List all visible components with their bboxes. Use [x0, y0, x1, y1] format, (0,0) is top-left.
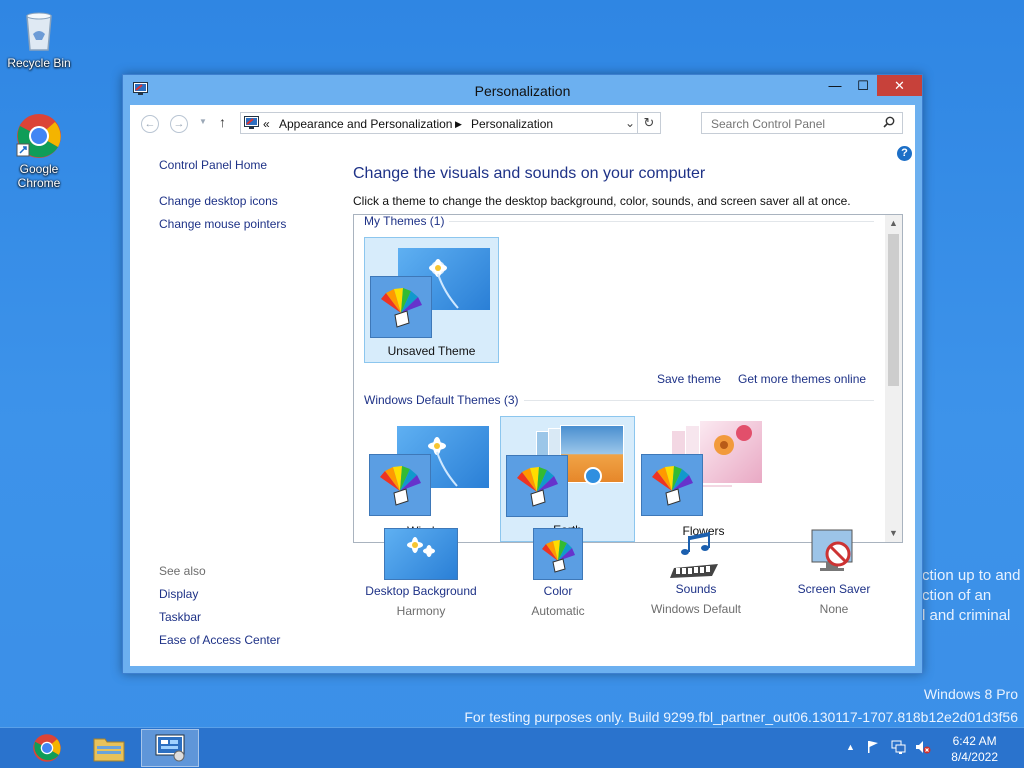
- background-text: ction up to and ction of an l and crimin…: [922, 566, 1020, 626]
- color-setting[interactable]: Color Automatic: [498, 528, 618, 618]
- search-icon[interactable]: [883, 116, 895, 131]
- sounds-icon: [660, 528, 732, 578]
- color-palette-icon: [370, 276, 432, 338]
- theme-tile-unsaved[interactable]: Unsaved Theme: [364, 237, 499, 363]
- color-palette-icon: [506, 455, 568, 517]
- search-input[interactable]: [709, 116, 883, 132]
- display-link[interactable]: Display: [159, 587, 198, 601]
- page-heading: Change the visuals and sounds on your co…: [353, 165, 706, 182]
- setting-value: None: [819, 602, 849, 616]
- address-dropdown-icon[interactable]: ⌄: [625, 116, 635, 130]
- title-bar[interactable]: Personalization — ☐ ✕: [123, 75, 922, 105]
- taskbar-clock[interactable]: 6:42 AM 8/4/2022: [951, 733, 998, 765]
- desktop-icon-label: Google Chrome: [17, 162, 61, 190]
- screen-saver-icon: [798, 528, 870, 578]
- breadcrumb-personalization[interactable]: Personalization: [471, 117, 553, 131]
- theme-tile-earth[interactable]: Earth: [500, 416, 635, 542]
- control-panel-icon: [244, 116, 259, 133]
- taskbar-control-panel-button[interactable]: [141, 729, 199, 767]
- forward-button[interactable]: →: [170, 115, 188, 133]
- see-also-label: See also: [159, 564, 206, 578]
- desktop-background-icon: [384, 528, 458, 580]
- setting-name[interactable]: Color: [498, 584, 618, 598]
- scrollbar-thumb[interactable]: [888, 234, 899, 386]
- color-palette-icon: [533, 528, 583, 580]
- group-divider: [524, 400, 874, 401]
- chrome-icon: [33, 734, 61, 762]
- background-text-line: ction up to and: [922, 567, 1021, 584]
- group-divider: [449, 221, 874, 222]
- sound-icon: [584, 467, 602, 485]
- breadcrumb-appearance[interactable]: Appearance and Personalization: [279, 117, 452, 131]
- setting-name[interactable]: Screen Saver: [774, 582, 894, 596]
- breadcrumb-separator-icon: ▶: [455, 119, 462, 129]
- theme-tile-windows[interactable]: Windows: [364, 416, 499, 542]
- sounds-setting[interactable]: Sounds Windows Default: [636, 528, 756, 616]
- folder-icon: [93, 738, 125, 762]
- desktop-icon-label: Recycle Bin: [7, 56, 71, 70]
- back-button[interactable]: ←: [141, 115, 159, 133]
- setting-value: Harmony: [396, 604, 446, 618]
- taskbar-file-explorer-button[interactable]: [80, 729, 138, 767]
- search-box[interactable]: [701, 112, 903, 134]
- control-panel-icon: [155, 734, 185, 762]
- clock-time: 6:42 AM: [952, 734, 997, 748]
- clock-date: 8/4/2022: [951, 750, 998, 764]
- screen-saver-setting[interactable]: Screen Saver None: [774, 528, 894, 616]
- theme-name: Unsaved Theme: [387, 344, 476, 358]
- my-themes-label: My Themes (1): [364, 214, 445, 228]
- up-arrow-icon[interactable]: ↑: [219, 114, 226, 130]
- edition-watermark: Windows 8 Pro: [923, 686, 1018, 702]
- taskbar-link[interactable]: Taskbar: [159, 610, 201, 624]
- theme-tile-flowers[interactable]: Flowers: [636, 416, 771, 542]
- action-center-flag-icon[interactable]: [866, 740, 880, 757]
- desktop-background-setting[interactable]: Desktop Background Harmony: [361, 528, 481, 618]
- control-panel-home-link[interactable]: Control Panel Home: [159, 158, 267, 172]
- setting-name[interactable]: Desktop Background: [361, 584, 481, 598]
- help-icon[interactable]: ?: [897, 146, 912, 161]
- setting-value: Windows Default: [650, 602, 742, 616]
- get-more-themes-link[interactable]: Get more themes online: [738, 372, 866, 386]
- default-themes-label: Windows Default Themes (3): [364, 393, 519, 407]
- network-icon[interactable]: [891, 740, 907, 757]
- change-desktop-icons-link[interactable]: Change desktop icons: [159, 194, 278, 208]
- desktop-icon-recycle-bin[interactable]: Recycle Bin: [4, 6, 74, 70]
- breadcrumb-overflow[interactable]: «: [263, 117, 270, 131]
- setting-name[interactable]: Sounds: [636, 582, 756, 596]
- volume-muted-icon[interactable]: [915, 740, 931, 757]
- change-mouse-pointers-link[interactable]: Change mouse pointers: [159, 217, 286, 231]
- window-title: Personalization: [474, 83, 571, 99]
- ease-of-access-link[interactable]: Ease of Access Center: [159, 633, 280, 647]
- scroll-up-arrow-icon[interactable]: ▲: [885, 215, 902, 232]
- personalization-window: Personalization — ☐ ✕ ← → ▼ ↑ « Appearan…: [122, 74, 923, 674]
- setting-value: Automatic: [531, 604, 585, 618]
- color-palette-icon: [369, 454, 431, 516]
- desktop-icon-google-chrome[interactable]: Google Chrome: [4, 112, 74, 190]
- taskbar: ▲ 6:42 AM 8/4/2022: [0, 727, 1024, 768]
- theme-list-scrollbar[interactable]: ▲ ▼: [885, 215, 902, 542]
- color-palette-icon: [641, 454, 703, 516]
- close-button[interactable]: ✕: [877, 75, 922, 96]
- theme-list[interactable]: My Themes (1) Unsaved Theme Save theme G…: [353, 214, 903, 543]
- minimize-button[interactable]: —: [821, 75, 849, 96]
- recent-pages-chevron-icon[interactable]: ▼: [199, 117, 207, 126]
- page-description: Click a theme to change the desktop back…: [353, 194, 851, 208]
- recycle-bin-icon: [15, 6, 63, 54]
- chrome-icon: [15, 112, 63, 160]
- background-text-line: l and criminal: [922, 607, 1011, 624]
- window-client-area: ← → ▼ ↑ « Appearance and Personalization…: [130, 105, 915, 666]
- address-bar[interactable]: « Appearance and Personalization ▶ Perso…: [240, 112, 661, 134]
- build-watermark: For testing purposes only. Build 9299.fb…: [464, 709, 1018, 725]
- show-hidden-icons-icon[interactable]: ▲: [846, 742, 855, 752]
- taskbar-chrome-button[interactable]: [18, 729, 76, 767]
- background-text-line: ction of an: [922, 587, 992, 604]
- save-theme-link[interactable]: Save theme: [657, 372, 721, 386]
- maximize-button[interactable]: ☐: [849, 75, 877, 96]
- refresh-icon[interactable]: ↻: [637, 113, 660, 133]
